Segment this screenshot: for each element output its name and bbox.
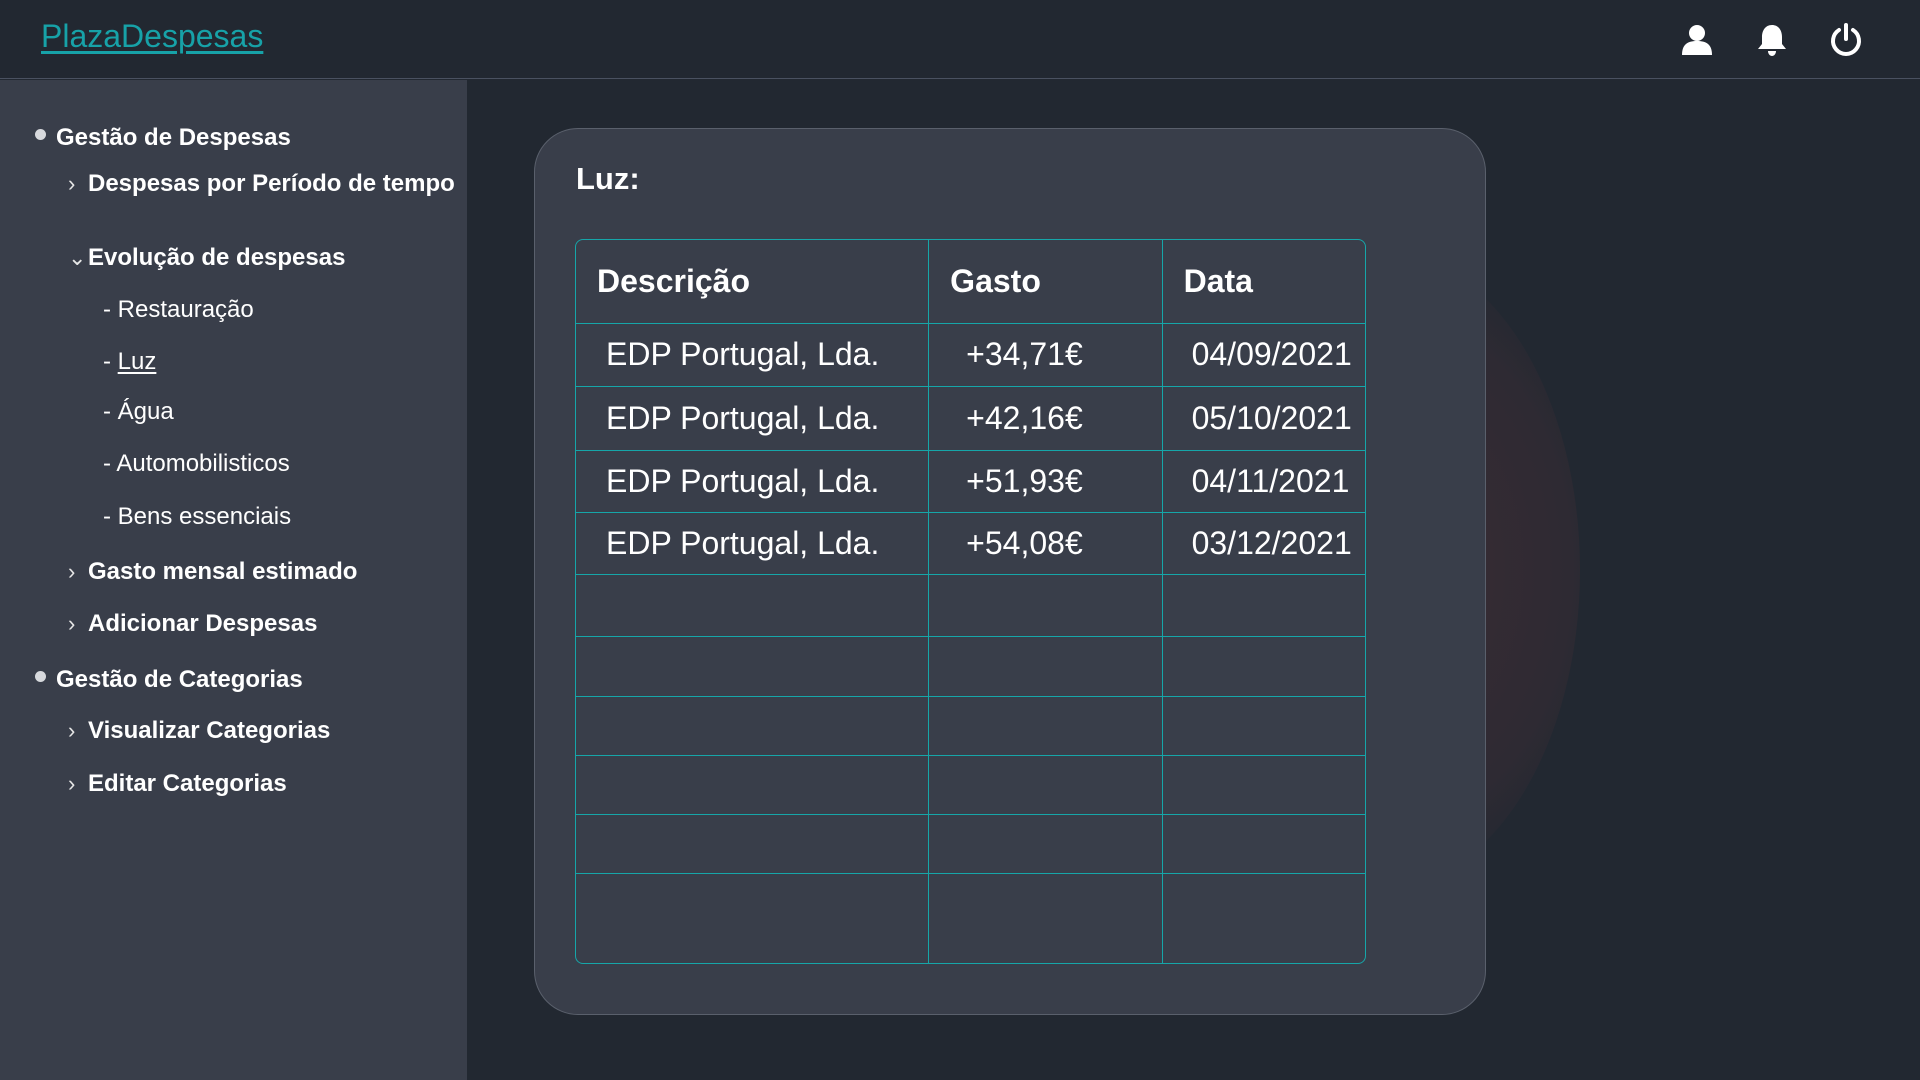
- cell-descricao: [576, 695, 930, 756]
- cell-data: 05/10/2021: [1161, 385, 1365, 451]
- table-row: EDP Portugal, Lda. +42,16€ 05/10/2021: [576, 385, 1365, 451]
- sidebar-section-gestao-categorias[interactable]: Gestão de Categorias: [35, 666, 303, 694]
- item-label: Visualizar Categorias: [88, 717, 331, 744]
- cell-descricao: [576, 872, 930, 963]
- subitem-label: - Automobilisticos: [103, 450, 290, 477]
- cell-data: 03/12/2021: [1161, 511, 1365, 575]
- sidebar-subitem-automobilisticos[interactable]: - Automobilisticos: [103, 450, 290, 478]
- cell-data: [1161, 754, 1365, 815]
- cell-gasto: [928, 872, 1163, 963]
- cell-descricao: [576, 573, 930, 637]
- expenses-card: Luz: Descrição Gasto Data EDP Portugal, …: [534, 128, 1486, 1015]
- item-label: Gasto mensal estimado: [88, 558, 358, 585]
- cell-data: 04/11/2021: [1161, 449, 1365, 513]
- chevron-right-icon: ›: [68, 611, 76, 636]
- sidebar: Gestão de Despesas › Despesas por Período…: [0, 80, 467, 1080]
- top-bar: PlazaDespesas: [0, 0, 1920, 79]
- cell-gasto: +54,08€: [928, 511, 1163, 575]
- subitem-prefix: -: [103, 348, 118, 375]
- cell-data: [1161, 695, 1365, 756]
- cell-gasto: [928, 813, 1163, 874]
- table-row: [576, 754, 1365, 815]
- item-label: Adicionar Despesas: [88, 610, 318, 637]
- subitem-label: - Bens essenciais: [103, 503, 292, 530]
- chevron-down-icon: ⌄: [68, 245, 87, 270]
- subitem-label-active: Luz: [117, 348, 157, 375]
- cell-data: [1161, 813, 1365, 874]
- cell-gasto: +34,71€: [928, 322, 1163, 387]
- table-row: EDP Portugal, Lda. +34,71€ 04/09/2021: [576, 322, 1365, 387]
- cell-gasto: [928, 635, 1163, 697]
- sidebar-item-visualizar-categorias[interactable]: › Visualizar Categorias: [68, 717, 330, 745]
- sidebar-section-gestao-despesas[interactable]: Gestão de Despesas: [35, 124, 291, 152]
- sidebar-item-editar-categorias[interactable]: › Editar Categorias: [68, 770, 287, 798]
- sidebar-item-gasto-mensal[interactable]: › Gasto mensal estimado: [68, 558, 357, 586]
- table-row: [576, 695, 1365, 756]
- sidebar-item-adicionar-despesas[interactable]: › Adicionar Despesas: [68, 610, 317, 638]
- cell-descricao: [576, 635, 930, 697]
- table-row: EDP Portugal, Lda. +51,93€ 04/11/2021: [576, 449, 1365, 513]
- column-header-descricao: Descrição: [576, 240, 930, 324]
- cell-data: [1161, 635, 1365, 697]
- header-icons: [0, 0, 1920, 79]
- item-label: Editar Categorias: [88, 770, 287, 797]
- cell-gasto: [928, 695, 1163, 756]
- cell-gasto: [928, 754, 1163, 815]
- cell-descricao: EDP Portugal, Lda.: [576, 322, 930, 387]
- column-header-data: Data: [1161, 240, 1365, 324]
- cell-gasto: [928, 573, 1163, 637]
- chevron-right-icon: ›: [68, 559, 76, 584]
- subitem-label: - Água: [103, 398, 174, 425]
- cell-descricao: [576, 754, 930, 815]
- sidebar-subitem-agua[interactable]: - Água: [103, 398, 174, 426]
- cell-data: [1161, 872, 1365, 963]
- user-icon[interactable]: [1679, 22, 1715, 58]
- table-header-row: Descrição Gasto Data: [576, 240, 1365, 324]
- table-row: EDP Portugal, Lda. +54,08€ 03/12/2021: [576, 511, 1365, 575]
- column-header-gasto: Gasto: [928, 240, 1163, 324]
- cell-gasto: +42,16€: [928, 385, 1163, 451]
- cell-descricao: EDP Portugal, Lda.: [576, 511, 930, 575]
- sidebar-subitem-restauracao[interactable]: - Restauração: [103, 296, 254, 324]
- bullet-icon: [35, 671, 46, 682]
- sidebar-subitem-bens-essenciais[interactable]: - Bens essenciais: [103, 503, 291, 531]
- table-row: [576, 635, 1365, 697]
- cell-descricao: [576, 813, 930, 874]
- table-row: [576, 813, 1365, 874]
- bell-icon[interactable]: [1754, 22, 1790, 58]
- cell-data: [1161, 573, 1365, 637]
- cell-descricao: EDP Portugal, Lda.: [576, 385, 930, 451]
- table-row: [576, 573, 1365, 637]
- cell-gasto: +51,93€: [928, 449, 1163, 513]
- item-label: Despesas por Período de tempo: [88, 170, 455, 197]
- expenses-table: Descrição Gasto Data EDP Portugal, Lda. …: [575, 239, 1366, 964]
- power-icon[interactable]: [1828, 22, 1864, 58]
- sidebar-item-despesas-periodo[interactable]: › Despesas por Período de tempo: [68, 170, 455, 198]
- cell-descricao: EDP Portugal, Lda.: [576, 449, 930, 513]
- table-row: [576, 872, 1365, 963]
- cell-data: 04/09/2021: [1161, 322, 1365, 387]
- chevron-right-icon: ›: [68, 771, 76, 796]
- subitem-label: - Restauração: [103, 296, 254, 323]
- chevron-right-icon: ›: [68, 718, 76, 743]
- sidebar-subitem-luz[interactable]: - Luz: [103, 348, 156, 376]
- chevron-right-icon: ›: [68, 171, 76, 196]
- sidebar-item-evolucao-despesas[interactable]: ⌄Evolução de despesas: [68, 244, 345, 272]
- card-title: Luz:: [576, 161, 640, 196]
- item-label: Evolução de despesas: [88, 244, 346, 271]
- section-label: Gestão de Despesas: [56, 124, 291, 151]
- bullet-icon: [35, 129, 46, 140]
- section-label: Gestão de Categorias: [56, 666, 303, 693]
